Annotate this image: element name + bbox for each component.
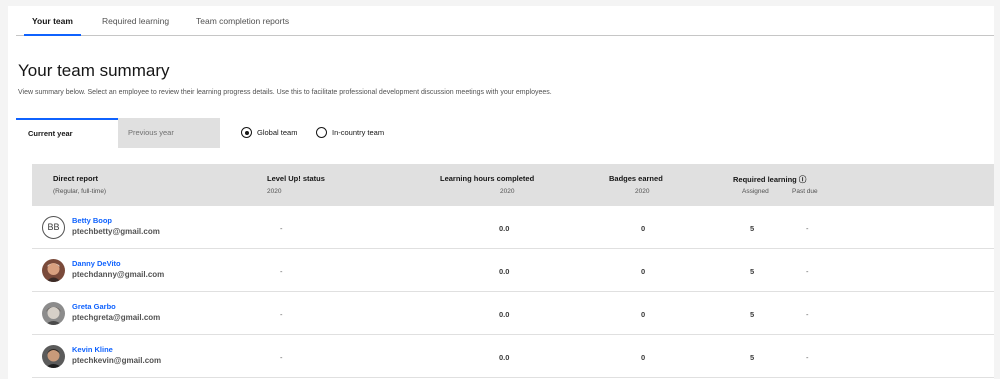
past-due-count: - (806, 267, 809, 276)
table-row[interactable]: Danny DeVito ptechdanny@gmail.com - 0.0 … (32, 249, 994, 292)
table-header: Direct report (Regular, full-time) Level… (32, 164, 994, 206)
radio-unselected-icon (316, 127, 327, 138)
table-row[interactable]: BB Betty Boop ptechbetty@gmail.com - 0.0… (32, 206, 994, 249)
avatar (42, 345, 65, 368)
assigned-count: 5 (750, 267, 755, 276)
employee-name-link[interactable]: Greta Garbo (72, 302, 116, 311)
level-up-status: - (280, 267, 283, 276)
assigned-count: 5 (750, 310, 755, 319)
tab-your-team[interactable]: Your team (24, 6, 81, 36)
top-tabs: Your team Required learning Team complet… (16, 6, 994, 36)
assigned-count: 5 (750, 224, 755, 233)
col-badges-sub: 2020 (635, 188, 650, 195)
badges-earned: 0 (641, 267, 646, 276)
badges-earned: 0 (641, 353, 646, 362)
page: Your team Required learning Team complet… (8, 6, 994, 379)
col-learning-hours-sub: 2020 (500, 188, 515, 195)
learning-hours: 0.0 (499, 310, 510, 319)
col-past-due: Past due (792, 188, 818, 195)
avatar (42, 259, 65, 282)
employee-name-link[interactable]: Betty Boop (72, 216, 112, 225)
tab-required-learning[interactable]: Required learning (94, 6, 177, 36)
learning-hours: 0.0 (499, 224, 510, 233)
col-assigned: Assigned (742, 188, 769, 195)
assigned-count: 5 (750, 353, 755, 362)
radio-global-team[interactable]: Global team (241, 127, 297, 138)
past-due-count: - (806, 224, 809, 233)
col-direct-report-sub: (Regular, full-time) (53, 188, 107, 195)
tab-team-completion-reports[interactable]: Team completion reports (188, 6, 297, 36)
past-due-count: - (806, 353, 809, 362)
radio-in-country-team[interactable]: In-country team (316, 127, 384, 138)
col-learning-hours: Learning hours completed (440, 174, 535, 183)
radio-global-label: Global team (257, 128, 298, 137)
tab-previous-year[interactable]: Previous year (118, 118, 220, 148)
col-level-up-sub: 2020 (267, 188, 282, 195)
avatar (42, 302, 65, 325)
employee-email: ptechbetty@gmail.com (72, 227, 160, 236)
employee-email: ptechdanny@gmail.com (72, 270, 165, 279)
col-direct-report: Direct report (53, 174, 99, 183)
col-badges: Badges earned (609, 174, 663, 183)
radio-selected-icon (241, 127, 252, 138)
badges-earned: 0 (641, 224, 646, 233)
level-up-status: - (280, 224, 283, 233)
avatar: BB (42, 216, 65, 239)
employee-name-link[interactable]: Kevin Kline (72, 345, 113, 354)
learning-hours: 0.0 (499, 267, 510, 276)
table-row[interactable]: Greta Garbo ptechgreta@gmail.com - 0.0 0… (32, 292, 994, 335)
employee-email: ptechgreta@gmail.com (72, 313, 161, 322)
employee-email: ptechkevin@gmail.com (72, 356, 162, 365)
col-required-learning: Required learning ⓘ (733, 175, 807, 184)
badges-earned: 0 (641, 310, 646, 319)
employee-name-link[interactable]: Danny DeVito (72, 259, 121, 268)
table-row[interactable]: Kevin Kline ptechkevin@gmail.com - 0.0 0… (32, 335, 994, 378)
page-title: Your team summary (18, 61, 170, 80)
page-description: View summary below. Select an employee t… (18, 89, 552, 96)
tab-current-year[interactable]: Current year (16, 118, 118, 148)
team-table: Direct report (Regular, full-time) Level… (32, 164, 994, 378)
past-due-count: - (806, 310, 809, 319)
level-up-status: - (280, 353, 283, 362)
col-level-up: Level Up! status (267, 174, 325, 183)
radio-in-country-label: In-country team (332, 128, 385, 137)
learning-hours: 0.0 (499, 353, 510, 362)
level-up-status: - (280, 310, 283, 319)
